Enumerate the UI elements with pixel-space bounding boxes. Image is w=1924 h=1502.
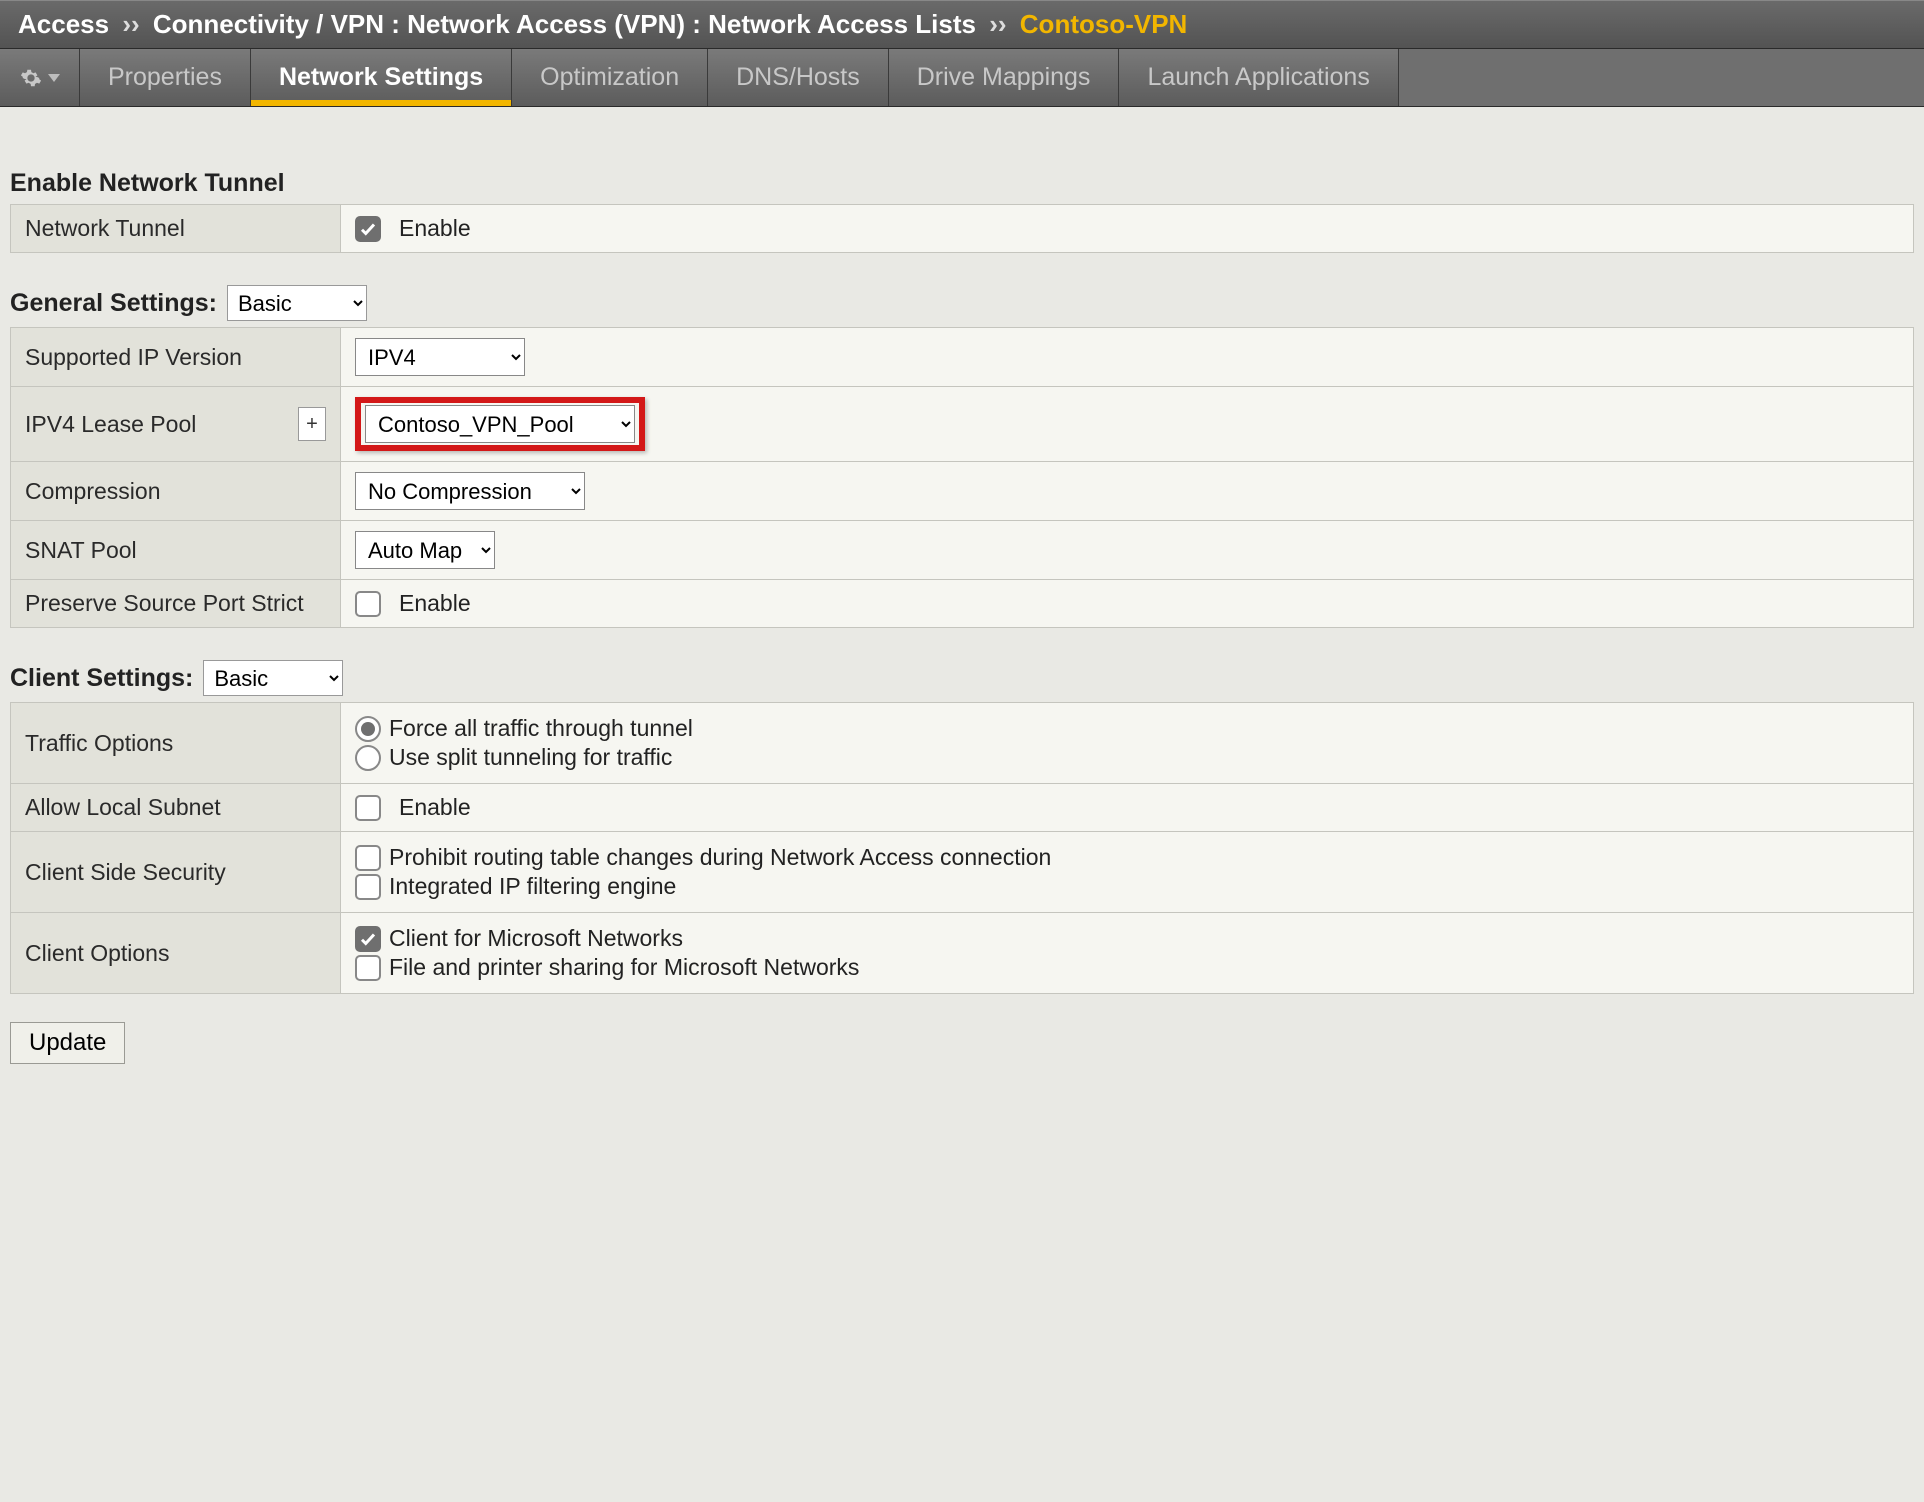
row-client-side-security: Client Side Security Prohibit routing ta… <box>11 832 1914 913</box>
chevron-down-icon <box>48 74 60 82</box>
row-label: Supported IP Version <box>11 328 341 387</box>
row-label: Preserve Source Port Strict <box>11 580 341 628</box>
section-heading-text: Client Settings: <box>10 664 193 693</box>
traffic-force-radio[interactable] <box>355 716 381 742</box>
lease-pool-select[interactable]: Contoso_VPN_Pool <box>365 405 635 443</box>
tab-launch-applications[interactable]: Launch Applications <box>1119 49 1398 106</box>
client-settings-table: Traffic Options Force all traffic throug… <box>10 702 1914 994</box>
ip-version-select[interactable]: IPV4 <box>355 338 525 376</box>
breadcrumb: Access ›› Connectivity / VPN : Network A… <box>0 0 1924 49</box>
section-heading-enable-tunnel: Enable Network Tunnel <box>10 169 1914 198</box>
row-label: Compression <box>11 462 341 521</box>
tab-label: Optimization <box>540 63 679 92</box>
compression-select[interactable]: No Compression <box>355 472 585 510</box>
gear-menu-button[interactable] <box>0 49 80 106</box>
row-allow-local-subnet: Allow Local Subnet Enable <box>11 784 1914 832</box>
traffic-split-radio[interactable] <box>355 745 381 771</box>
general-mode-select[interactable]: Basic <box>227 285 367 321</box>
client-mode-select[interactable]: Basic <box>203 660 343 696</box>
row-label: Network Tunnel <box>11 205 341 253</box>
checkbox-label: Integrated IP filtering engine <box>389 873 676 900</box>
tab-label: DNS/Hosts <box>736 63 860 92</box>
row-compression: Compression No Compression <box>11 462 1914 521</box>
section-heading-text: Enable Network Tunnel <box>10 169 285 198</box>
tab-label: Drive Mappings <box>917 63 1091 92</box>
row-label: Client Options <box>11 913 341 994</box>
client-msnet-checkbox[interactable] <box>355 926 381 952</box>
client-fileshare-checkbox[interactable] <box>355 955 381 981</box>
snat-pool-select[interactable]: Auto Map <box>355 531 495 569</box>
checkbox-label: Enable <box>399 794 471 821</box>
row-traffic-options: Traffic Options Force all traffic throug… <box>11 703 1914 784</box>
tab-optimization[interactable]: Optimization <box>512 49 708 106</box>
tab-drive-mappings[interactable]: Drive Mappings <box>889 49 1120 106</box>
ip-filter-checkbox[interactable] <box>355 874 381 900</box>
row-ip-version: Supported IP Version IPV4 <box>11 328 1914 387</box>
row-label: SNAT Pool <box>11 521 341 580</box>
row-label: IPV4 Lease Pool <box>25 411 196 438</box>
general-settings-table: Supported IP Version IPV4 IPV4 Lease Poo… <box>10 327 1914 628</box>
breadcrumb-root[interactable]: Access <box>18 9 109 39</box>
section-heading-general: General Settings: Basic <box>10 285 1914 321</box>
gear-icon <box>20 67 42 89</box>
tab-label: Properties <box>108 63 222 92</box>
preserve-port-checkbox[interactable] <box>355 591 381 617</box>
breadcrumb-sep-icon: ›› <box>989 9 1006 39</box>
allow-local-checkbox[interactable] <box>355 795 381 821</box>
tabs-bar: Properties Network Settings Optimization… <box>0 49 1924 107</box>
breadcrumb-current: Contoso-VPN <box>1020 9 1188 39</box>
checkbox-label: File and printer sharing for Microsoft N… <box>389 954 859 981</box>
network-tunnel-checkbox[interactable] <box>355 216 381 242</box>
add-lease-pool-button[interactable]: + <box>298 407 326 441</box>
checkbox-label: Enable <box>399 590 471 617</box>
section-heading-text: General Settings: <box>10 289 217 318</box>
prohibit-routing-checkbox[interactable] <box>355 845 381 871</box>
row-label: Traffic Options <box>11 703 341 784</box>
row-preserve-port: Preserve Source Port Strict Enable <box>11 580 1914 628</box>
tab-label: Launch Applications <box>1147 63 1369 92</box>
tab-network-settings[interactable]: Network Settings <box>251 49 512 106</box>
breadcrumb-path[interactable]: Connectivity / VPN : Network Access (VPN… <box>153 9 976 39</box>
row-snat-pool: SNAT Pool Auto Map <box>11 521 1914 580</box>
tab-properties[interactable]: Properties <box>80 49 251 106</box>
breadcrumb-sep-icon: ›› <box>122 9 139 39</box>
checkbox-label: Prohibit routing table changes during Ne… <box>389 844 1051 871</box>
highlight-box: Contoso_VPN_Pool <box>355 397 645 451</box>
row-client-options: Client Options Client for Microsoft Netw… <box>11 913 1914 994</box>
update-button[interactable]: Update <box>10 1022 125 1064</box>
row-network-tunnel: Network Tunnel Enable <box>11 205 1914 253</box>
section-heading-client: Client Settings: Basic <box>10 660 1914 696</box>
tab-label: Network Settings <box>279 63 483 92</box>
checkbox-label: Enable <box>399 215 471 242</box>
row-label: Allow Local Subnet <box>11 784 341 832</box>
tab-dns-hosts[interactable]: DNS/Hosts <box>708 49 889 106</box>
row-label: Client Side Security <box>11 832 341 913</box>
radio-label: Force all traffic through tunnel <box>389 715 693 742</box>
row-lease-pool: IPV4 Lease Pool + Contoso_VPN_Pool <box>11 387 1914 462</box>
enable-tunnel-table: Network Tunnel Enable <box>10 204 1914 253</box>
radio-label: Use split tunneling for traffic <box>389 744 672 771</box>
checkbox-label: Client for Microsoft Networks <box>389 925 683 952</box>
